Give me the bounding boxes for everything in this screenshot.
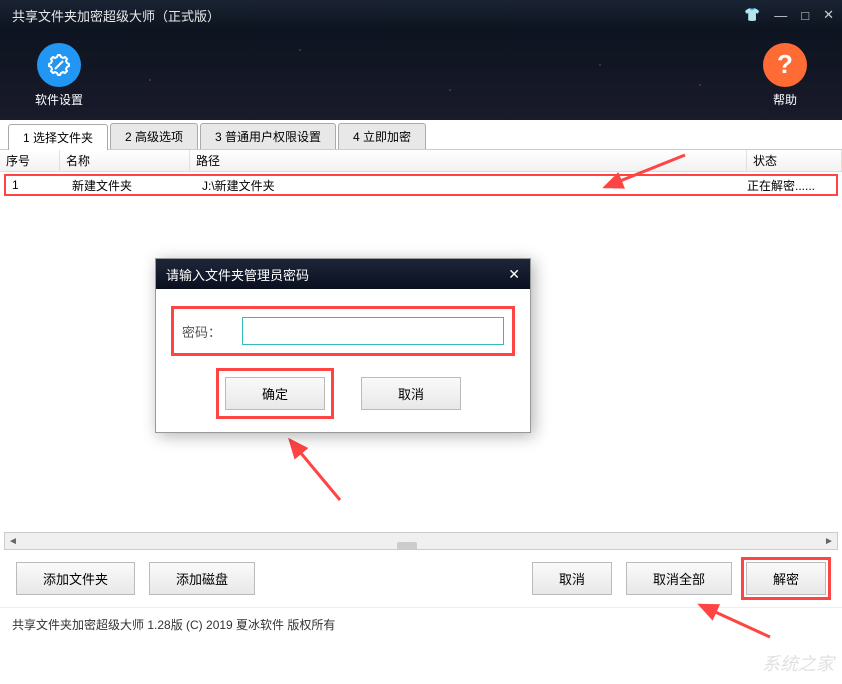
minimize-icon[interactable]: — — [774, 8, 787, 23]
decrypt-button[interactable]: 解密 — [746, 562, 826, 595]
dialog-ok-button[interactable]: 确定 — [225, 377, 325, 410]
bottom-buttons: 添加文件夹 添加磁盘 取消 取消全部 解密 — [0, 550, 842, 607]
dialog-close-icon[interactable]: ✕ — [508, 266, 520, 283]
window-controls: 👕 — □ ✕ — [744, 7, 834, 23]
add-disk-button[interactable]: 添加磁盘 — [149, 562, 255, 595]
dialog-body: 密码： 确定 取消 — [156, 289, 530, 432]
horizontal-scrollbar[interactable]: ◄ ► — [4, 532, 838, 550]
settings-icon — [37, 43, 81, 87]
help-button[interactable]: ? 帮助 — [763, 43, 807, 108]
header: 软件设置 ? 帮助 — [0, 30, 842, 120]
tabs: 1 选择文件夹 2 高级选项 3 普通用户权限设置 4 立即加密 — [0, 120, 842, 150]
col-status[interactable]: 状态 — [747, 150, 842, 171]
table-row[interactable]: 1 新建文件夹 J:\新建文件夹 正在解密...... — [4, 174, 838, 196]
footer: 共享文件夹加密超级大师 1.28版 (C) 2019 夏冰软件 版权所有 — [0, 607, 842, 641]
scroll-right-icon[interactable]: ► — [821, 533, 837, 549]
close-icon[interactable]: ✕ — [823, 7, 834, 23]
password-input[interactable] — [242, 317, 504, 345]
cell-name: 新建文件夹 — [66, 177, 196, 194]
col-name[interactable]: 名称 — [60, 150, 190, 171]
cell-status: 正在解密...... — [741, 177, 836, 194]
dialog-title-text: 请输入文件夹管理员密码 — [166, 265, 309, 284]
watermark: 系统之家 — [762, 650, 834, 676]
help-icon: ? — [763, 43, 807, 87]
maximize-icon[interactable]: □ — [801, 8, 809, 23]
password-row: 密码： — [178, 313, 508, 349]
skin-icon[interactable]: 👕 — [744, 7, 760, 23]
footer-text: 共享文件夹加密超级大师 1.28版 (C) 2019 夏冰软件 版权所有 — [12, 618, 335, 632]
tab-encrypt[interactable]: 4 立即加密 — [338, 123, 426, 149]
scroll-thumb[interactable] — [397, 542, 417, 550]
help-label: 帮助 — [773, 91, 797, 108]
titlebar: 共享文件夹加密超级大师（正式版） 👕 — □ ✕ — [0, 0, 842, 30]
col-seq[interactable]: 序号 — [0, 150, 60, 171]
settings-label: 软件设置 — [35, 91, 83, 108]
dialog-cancel-button[interactable]: 取消 — [361, 377, 461, 410]
settings-button[interactable]: 软件设置 — [35, 43, 83, 108]
password-dialog: 请输入文件夹管理员密码 ✕ 密码： 确定 取消 — [155, 258, 531, 433]
cell-seq: 1 — [6, 178, 66, 192]
tab-select-folder[interactable]: 1 选择文件夹 — [8, 124, 108, 150]
add-folder-button[interactable]: 添加文件夹 — [16, 562, 135, 595]
app-title: 共享文件夹加密超级大师（正式版） — [8, 6, 220, 25]
tab-permissions[interactable]: 3 普通用户权限设置 — [200, 123, 336, 149]
dialog-titlebar: 请输入文件夹管理员密码 ✕ — [156, 259, 530, 289]
cell-path: J:\新建文件夹 — [196, 177, 741, 194]
dialog-buttons: 确定 取消 — [178, 377, 508, 410]
cancel-all-button[interactable]: 取消全部 — [626, 562, 732, 595]
table-header: 序号 名称 路径 状态 — [0, 150, 842, 172]
password-label: 密码： — [182, 322, 232, 341]
cancel-button[interactable]: 取消 — [532, 562, 612, 595]
col-path[interactable]: 路径 — [190, 150, 747, 171]
tab-advanced[interactable]: 2 高级选项 — [110, 123, 198, 149]
scroll-left-icon[interactable]: ◄ — [5, 533, 21, 549]
